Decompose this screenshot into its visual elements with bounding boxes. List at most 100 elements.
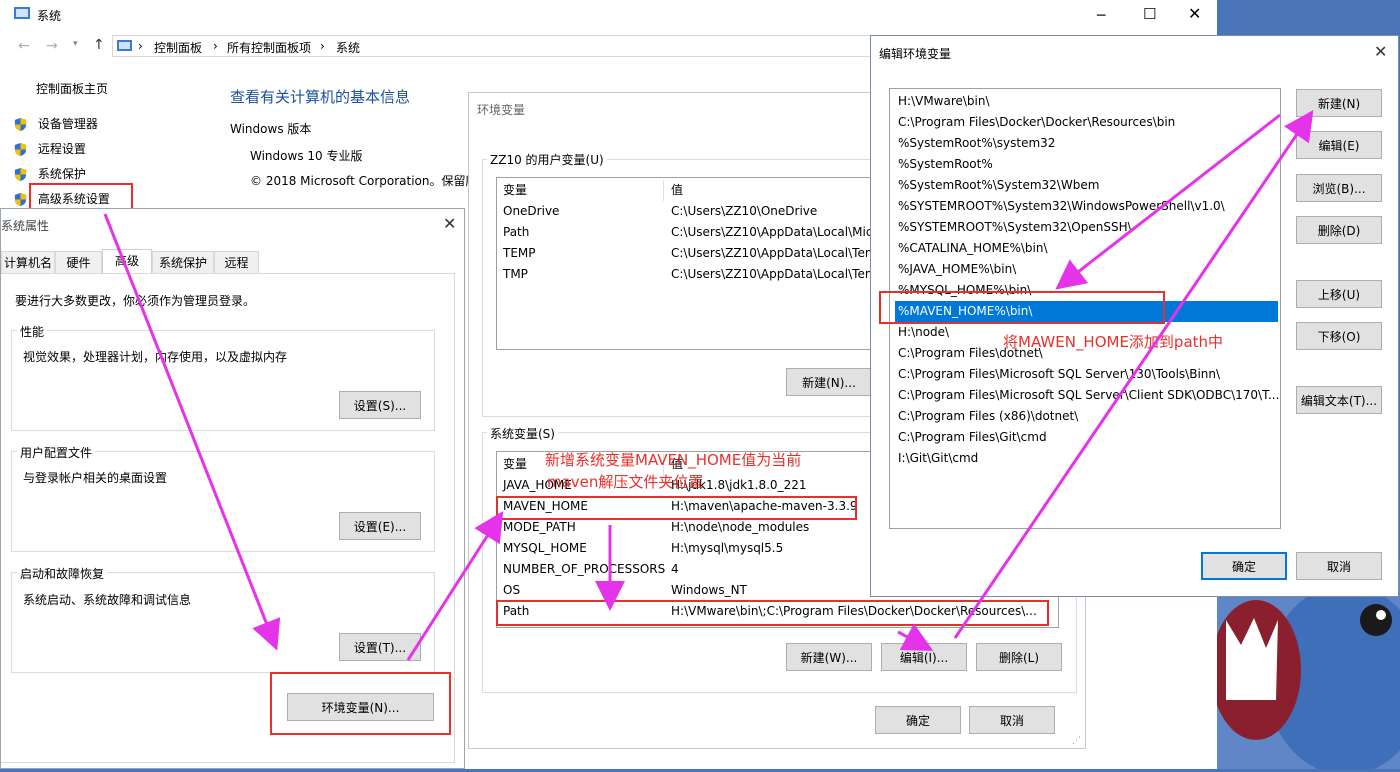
table-row[interactable]: Path C:\Users\ZZ10\AppData\Local\Mic [497,222,875,243]
editenv-ok-button[interactable]: 确定 [1201,552,1287,580]
envvars-cancel-button[interactable]: 取消 [969,706,1055,734]
user-vars-label: ZZ10 的用户变量(U) [487,151,607,168]
path-move-up-button[interactable]: 上移(U) [1296,280,1382,308]
path-edit-button[interactable]: 编辑(E) [1296,131,1382,159]
var-name: NUMBER_OF_PROCESSORS [503,562,666,576]
list-item[interactable]: C:\Program Files\Microsoft SQL Server\Cl… [895,385,1279,406]
system-new-button[interactable]: 新建(W)... [786,643,872,671]
table-row[interactable]: TEMP C:\Users\ZZ10\AppData\Local\Tem [497,243,875,264]
breadcrumb-system[interactable]: 系统 [336,39,360,56]
close-icon[interactable]: ✕ [1374,42,1387,61]
list-item[interactable]: %SYSTEMROOT%\System32\WindowsPowerShell\… [895,196,1278,217]
editenv-cancel-button[interactable]: 取消 [1296,552,1382,580]
sysprops-tabs: 计算机名 硬件 高级 系统保护 远程 [1,249,461,273]
user-new-button[interactable]: 新建(N)... [786,368,872,396]
shield-icon [14,117,27,132]
var-name: TMP [503,267,528,281]
performance-settings-button[interactable]: 设置(S)... [339,391,421,419]
shield-icon [14,167,27,182]
dropdown-icon[interactable]: ▾ [73,39,78,49]
tab-hardware[interactable]: 硬件 [55,251,102,273]
path-new-button[interactable]: 新建(N) [1296,89,1382,117]
table-row[interactable]: OneDrive C:\Users\ZZ10\OneDrive [497,201,875,222]
var-value: C:\Users\ZZ10\OneDrive [671,204,818,218]
user-vars-table[interactable]: 变量 值 OneDrive C:\Users\ZZ10\OneDrive Path C… [496,177,876,350]
var-value: 4 [671,562,679,576]
list-item[interactable]: %SystemRoot% [895,154,1278,175]
user-profile-label: 用户配置文件 [17,444,96,461]
list-item[interactable]: H:\VMware\bin\ [895,91,1278,112]
control-panel-icon [117,40,132,51]
startup-desc: 系统启动、系统故障和调试信息 [23,593,192,607]
var-value: C:\Users\ZZ10\AppData\Local\Tem [671,246,875,260]
var-value: C:\Users\ZZ10\AppData\Local\Tem [671,267,875,281]
table-row[interactable]: TMP C:\Users\ZZ10\AppData\Local\Tem [497,264,875,285]
list-item[interactable]: %SystemRoot%\System32\Wbem [895,175,1278,196]
breadcrumb-all-items[interactable]: 所有控制面板项 [227,39,311,56]
var-value: H:\mysql\mysql5.5 [671,541,784,555]
breadcrumb[interactable]: › 控制面板 › 所有控制面板项 › 系统 [112,35,872,57]
annotation-new-var-line2: maven解压文件夹位置 [547,473,704,491]
col-divider [663,180,664,201]
sidebar-item-remote[interactable]: 远程设置 [13,140,86,157]
highlight-path-row [496,600,1049,626]
col-value-header[interactable]: 值 [671,180,683,201]
shield-icon [14,142,27,157]
system-title: 系统 [37,9,62,23]
list-item[interactable]: C:\Program Files (x86)\dotnet\ [895,406,1278,427]
resize-grip-icon[interactable]: ⋰ [1072,736,1081,746]
list-item[interactable]: C:\Program Files\Git\cmd [895,427,1278,448]
var-name: Path [503,225,530,239]
list-item[interactable]: I:\Git\Git\cmd [895,448,1278,469]
col-variable-header[interactable]: 变量 [503,180,527,201]
minimize-icon[interactable]: ─ [1097,8,1105,24]
windows-edition-section: Windows 版本 [230,122,312,136]
forward-arrow-icon[interactable]: → [46,38,58,54]
path-move-down-button[interactable]: 下移(O) [1296,322,1382,350]
user-profile-settings-button[interactable]: 设置(E)... [339,512,421,540]
envvars-ok-button[interactable]: 确定 [875,706,961,734]
var-name: MODE_PATH [503,520,576,534]
maximize-icon[interactable]: ☐ [1143,5,1156,23]
system-edit-button[interactable]: 编辑(I)... [881,643,967,671]
list-item[interactable]: C:\Program Files\Docker\Docker\Resources… [895,112,1278,133]
highlight-env-button [270,672,451,735]
var-value: C:\Users\ZZ10\AppData\Local\Mic [671,225,873,239]
envvars-title: 环境变量 [477,103,526,117]
close-icon[interactable]: ✕ [1188,4,1201,23]
list-item[interactable]: %CATALINA_HOME%\bin\ [895,238,1278,259]
highlight-maven-home-row [496,496,857,520]
breadcrumb-sep-icon: › [138,39,143,53]
sidebar-item-label: 远程设置 [37,142,86,156]
path-browse-button[interactable]: 浏览(B)... [1296,174,1382,202]
list-item[interactable]: %SystemRoot%\system32 [895,133,1278,154]
breadcrumb-sep-icon: › [320,39,325,53]
tab-remote[interactable]: 远程 [214,251,259,273]
startup-settings-button[interactable]: 设置(T)... [339,633,421,661]
path-delete-button[interactable]: 删除(D) [1296,216,1382,244]
breadcrumb-control-panel[interactable]: 控制面板 [154,39,202,56]
col-variable-header[interactable]: 变量 [503,454,527,475]
list-item[interactable]: C:\Program Files\Microsoft SQL Server\13… [895,364,1278,385]
copyright-text: © 2018 Microsoft Corporation。保留所 [250,174,468,188]
sidebar-item-protection[interactable]: 系统保护 [13,165,86,182]
computer-icon [14,7,30,19]
system-delete-button[interactable]: 删除(L) [976,643,1062,671]
close-icon[interactable]: ✕ [443,214,456,233]
windows-edition: Windows 10 专业版 [250,149,363,163]
up-arrow-icon[interactable]: ↑ [93,37,105,53]
sidebar-item-device-manager[interactable]: 设备管理器 [13,115,98,132]
highlight-maven-path-entry [879,291,1165,324]
path-edit-text-button[interactable]: 编辑文本(T)... [1296,386,1382,414]
list-item[interactable]: %SYSTEMROOT%\System32\OpenSSH\ [895,217,1278,238]
annotation-add-to-path: 将MAWEN_HOME添加到path中 [1003,333,1224,351]
tab-computer-name[interactable]: 计算机名 [1,251,55,273]
back-arrow-icon[interactable]: ← [18,38,30,54]
tab-system-protection[interactable]: 系统保护 [152,251,214,273]
tab-advanced[interactable]: 高级 [102,249,152,273]
performance-label: 性能 [17,323,48,340]
list-item[interactable]: %JAVA_HOME%\bin\ [895,259,1278,280]
system-titlebar: 系统 ─ ☐ ✕ [0,0,1217,30]
startup-label: 启动和故障恢复 [17,565,108,582]
sidebar-home-link[interactable]: 控制面板主页 [36,80,108,97]
